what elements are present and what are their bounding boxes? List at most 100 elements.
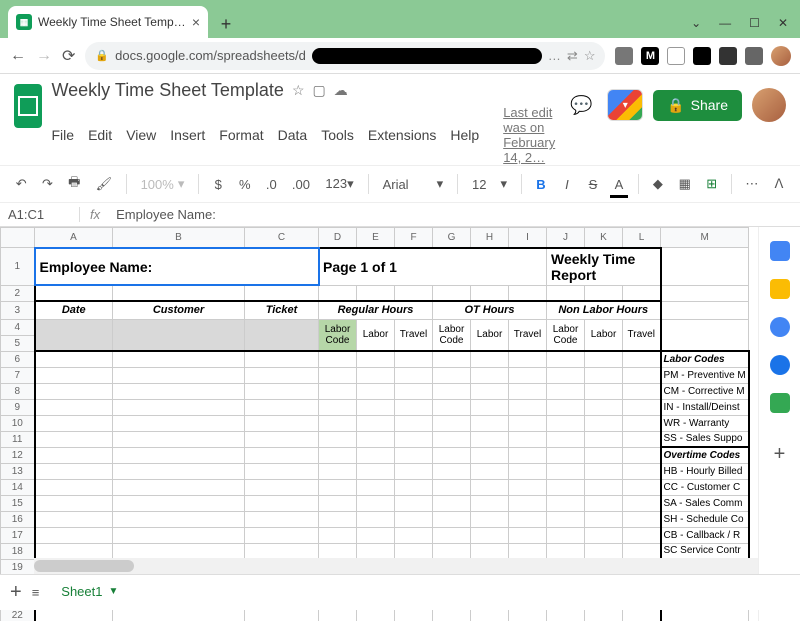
cell[interactable]: Travel bbox=[509, 319, 547, 351]
row-header[interactable]: 19 bbox=[1, 559, 35, 575]
col-header[interactable]: I bbox=[509, 228, 547, 248]
text-color-button[interactable]: A bbox=[608, 173, 630, 196]
borders-button[interactable]: ▦ bbox=[673, 172, 697, 196]
cell[interactable]: Page 1 of 1 bbox=[319, 248, 547, 286]
italic-button[interactable]: I bbox=[556, 173, 578, 196]
row-header[interactable]: 7 bbox=[1, 367, 35, 383]
row-header[interactable]: 3 bbox=[1, 301, 35, 319]
sheets-logo-icon[interactable] bbox=[14, 84, 42, 128]
tasks-icon[interactable] bbox=[770, 317, 790, 337]
undo-button[interactable]: ↶ bbox=[10, 172, 32, 196]
paint-format-button[interactable]: 🖌 bbox=[90, 172, 118, 196]
cell[interactable]: Labor bbox=[357, 319, 395, 351]
col-header[interactable]: M bbox=[661, 228, 749, 248]
collapse-toolbar-button[interactable]: ᐱ bbox=[768, 172, 790, 196]
menu-edit[interactable]: Edit bbox=[88, 127, 112, 143]
menu-view[interactable]: View bbox=[126, 127, 156, 143]
col-header[interactable]: B bbox=[113, 228, 245, 248]
sheet-tab[interactable]: Sheet1 ▼ bbox=[49, 578, 130, 607]
col-header[interactable]: C bbox=[245, 228, 319, 248]
cell[interactable]: SH - Schedule Co bbox=[661, 511, 749, 527]
row-header[interactable]: 13 bbox=[1, 463, 35, 479]
maps-icon[interactable] bbox=[770, 393, 790, 413]
row-header[interactable]: 9 bbox=[1, 399, 35, 415]
comments-icon[interactable]: 💬 bbox=[565, 89, 597, 121]
chevron-down-icon[interactable]: ⌄ bbox=[691, 16, 701, 30]
row-header[interactable]: 16 bbox=[1, 511, 35, 527]
strike-button[interactable]: S bbox=[582, 173, 604, 196]
cell[interactable]: OT Hours bbox=[433, 301, 547, 319]
share-button[interactable]: 🔒 Share bbox=[653, 90, 742, 121]
menu-format[interactable]: Format bbox=[219, 127, 263, 143]
ext-icon-puzzle[interactable] bbox=[719, 47, 737, 65]
star-icon[interactable]: ☆ bbox=[584, 48, 596, 64]
col-header[interactable]: D bbox=[319, 228, 357, 248]
cell[interactable]: Customer bbox=[113, 301, 245, 319]
row-header[interactable]: 12 bbox=[1, 447, 35, 463]
row-header[interactable]: 6 bbox=[1, 351, 35, 367]
star-doc-icon[interactable]: ☆ bbox=[292, 82, 305, 99]
col-header[interactable]: L bbox=[623, 228, 661, 248]
cell[interactable]: IN - Install/Deinst bbox=[661, 399, 749, 415]
cell[interactable]: CC - Customer C bbox=[661, 479, 749, 495]
browser-tab[interactable]: ▦ Weekly Time Sheet Template - G × bbox=[8, 6, 208, 38]
last-edit-link[interactable]: Last edit was on February 14, 2… bbox=[503, 105, 555, 165]
menu-data[interactable]: Data bbox=[278, 127, 308, 143]
calendar-icon[interactable] bbox=[770, 241, 790, 261]
account-avatar[interactable] bbox=[752, 88, 786, 122]
more-formats-select[interactable]: 123▾ bbox=[319, 172, 359, 196]
row-header[interactable]: 8 bbox=[1, 383, 35, 399]
ext-icon-medium[interactable]: M bbox=[641, 47, 659, 65]
cell[interactable]: Date bbox=[35, 301, 113, 319]
translate-icon[interactable]: ⇄ bbox=[567, 48, 578, 64]
contacts-icon[interactable] bbox=[770, 355, 790, 375]
cell[interactable]: WR - Warranty bbox=[661, 415, 749, 431]
forward-button[interactable]: → bbox=[36, 47, 52, 65]
increase-decimal-button[interactable]: .00 bbox=[286, 173, 315, 196]
browser-profile-avatar[interactable] bbox=[771, 46, 791, 66]
font-size-select[interactable]: 12▾ bbox=[466, 172, 513, 196]
cell[interactable]: Ticket bbox=[245, 301, 319, 319]
menu-extensions[interactable]: Extensions bbox=[368, 127, 436, 143]
ext-icon-1[interactable] bbox=[615, 47, 633, 65]
close-tab-icon[interactable]: × bbox=[192, 14, 200, 30]
row-header[interactable]: 5 bbox=[1, 335, 35, 351]
row-header[interactable]: 2 bbox=[1, 285, 35, 301]
col-header[interactable]: F bbox=[395, 228, 433, 248]
cell[interactable]: SC Service Contr bbox=[661, 543, 749, 559]
sheet-tab-menu-icon[interactable]: ▼ bbox=[108, 586, 118, 597]
cell[interactable]: Overtime Codes bbox=[661, 447, 749, 463]
cell[interactable]: PM - Preventive M bbox=[661, 367, 749, 383]
font-select[interactable]: Arial▾ bbox=[377, 172, 450, 196]
all-sheets-button[interactable]: ≡ bbox=[32, 585, 40, 600]
decrease-decimal-button[interactable]: .0 bbox=[260, 173, 282, 196]
row-header[interactable]: 18 bbox=[1, 543, 35, 559]
redo-button[interactable]: ↷ bbox=[36, 172, 58, 196]
reload-button[interactable]: ⟳ bbox=[62, 46, 75, 66]
cell[interactable]: Labor Codes bbox=[661, 351, 749, 367]
fill-color-button[interactable]: ◆ bbox=[647, 172, 669, 196]
cell[interactable]: Labor bbox=[585, 319, 623, 351]
print-button[interactable]: 🖶 bbox=[63, 169, 87, 199]
menu-insert[interactable]: Insert bbox=[170, 127, 205, 143]
menu-tools[interactable]: Tools bbox=[321, 127, 354, 143]
select-all-corner[interactable] bbox=[1, 228, 35, 248]
addons-plus-icon[interactable]: + bbox=[774, 443, 786, 466]
menu-help[interactable]: Help bbox=[450, 127, 479, 143]
col-header[interactable]: K bbox=[585, 228, 623, 248]
row-header[interactable]: 17 bbox=[1, 527, 35, 543]
cell[interactable]: SA - Sales Comm bbox=[661, 495, 749, 511]
maximize-icon[interactable]: ☐ bbox=[749, 16, 760, 30]
cloud-status-icon[interactable]: ☁ bbox=[334, 82, 348, 99]
more-toolbar-button[interactable]: ⋯ bbox=[740, 172, 764, 196]
cell[interactable] bbox=[661, 248, 749, 286]
row-header[interactable]: 11 bbox=[1, 431, 35, 447]
back-button[interactable]: ← bbox=[10, 47, 26, 65]
cell[interactable]: Labor Code bbox=[547, 319, 585, 351]
merge-button[interactable]: ⊞ bbox=[701, 172, 723, 196]
bold-button[interactable]: B bbox=[530, 173, 552, 196]
cell[interactable]: Non Labor Hours bbox=[547, 301, 661, 319]
formula-input[interactable]: Employee Name: bbox=[110, 207, 222, 222]
minimize-icon[interactable]: — bbox=[719, 16, 731, 30]
col-header[interactable]: J bbox=[547, 228, 585, 248]
